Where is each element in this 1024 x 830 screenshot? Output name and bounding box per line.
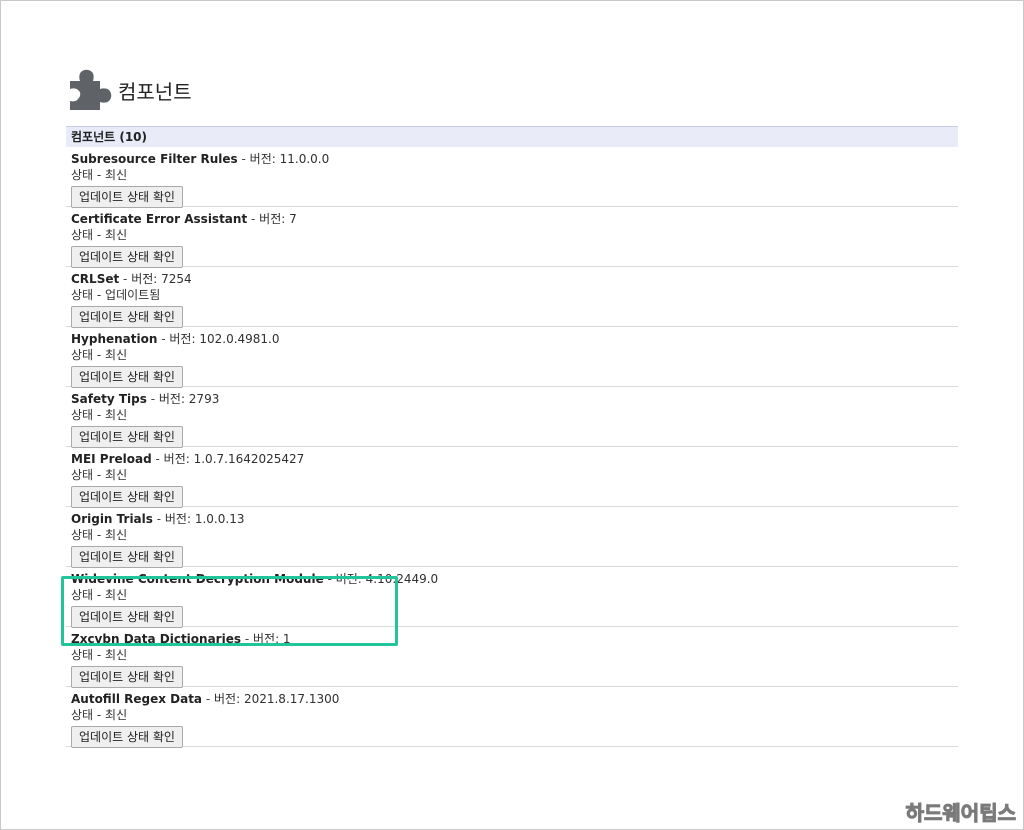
component-title-line: Subresource Filter Rules - 버전: 11.0.0.0 [71, 147, 958, 166]
check-update-button[interactable]: 업데이트 상태 확인 [71, 306, 183, 328]
component-version: 7 [289, 212, 297, 226]
component-status: 상태 - 최신 [71, 648, 128, 662]
component-name: CRLSet [71, 272, 120, 286]
watermark: 하드웨어팁스 [905, 801, 1016, 826]
colon: : [180, 392, 189, 406]
component-name: Certificate Error Assistant [71, 212, 248, 226]
component-row: Subresource Filter Rules - 버전: 11.0.0.0 상… [66, 147, 958, 208]
check-update-button[interactable]: 업데이트 상태 확인 [71, 426, 183, 448]
component-title-line: Hyphenation - 버전: 102.0.4981.0 [71, 327, 958, 346]
colon: : [186, 512, 195, 526]
component-title-line: CRLSet - 버전: 7254 [71, 267, 958, 286]
component-status: 상태 - 업데이트됨 [71, 288, 161, 302]
components-list: 컴포넌트 (10) Subresource Filter Rules - 버전:… [66, 126, 958, 748]
component-status: 상태 - 최신 [71, 708, 128, 722]
check-update-button[interactable]: 업데이트 상태 확인 [71, 546, 183, 568]
component-title-line: Origin Trials - 버전: 1.0.0.13 [71, 507, 958, 526]
component-title-line: MEI Preload - 버전: 1.0.7.1642025427 [71, 447, 958, 466]
component-version: 102.0.4981.0 [199, 332, 280, 346]
check-update-button[interactable]: 업데이트 상태 확인 [71, 666, 183, 688]
page-title: 컴포넌트 [118, 79, 192, 104]
component-name: Subresource Filter Rules [71, 152, 238, 166]
component-status: 상태 - 최신 [71, 408, 128, 422]
check-update-button[interactable]: 업데이트 상태 확인 [71, 486, 183, 508]
version-label: 버전 [259, 212, 282, 226]
component-version: 2793 [188, 392, 220, 406]
component-row: CRLSet - 버전: 7254 상태 - 업데이트됨 업데이트 상태 확인 [66, 267, 958, 328]
component-title-line: Autofill Regex Data - 버전: 2021.8.17.1300 [71, 687, 958, 706]
separator: - [237, 152, 250, 166]
component-name: MEI Preload [71, 452, 152, 466]
check-update-button[interactable]: 업데이트 상태 확인 [71, 246, 183, 268]
component-version: 1.0.0.13 [194, 512, 245, 526]
component-name: Autofill Regex Data [71, 692, 203, 706]
check-update-button[interactable]: 업데이트 상태 확인 [71, 186, 183, 208]
version-label: 버전 [169, 332, 192, 346]
component-version: 7254 [161, 272, 192, 286]
separator: - [247, 212, 260, 226]
page-header: 컴포넌트 [68, 68, 192, 112]
colon: : [153, 272, 162, 286]
components-list-header: 컴포넌트 (10) [66, 126, 958, 147]
highlight-box [61, 576, 398, 646]
version-label: 버전 [131, 272, 154, 286]
component-row: Origin Trials - 버전: 1.0.0.13 상태 - 최신업데이트 … [66, 507, 958, 568]
component-version: 11.0.0.0 [279, 152, 330, 166]
separator: - [202, 692, 214, 706]
component-row: MEI Preload - 버전: 1.0.7.1642025427 상태 - 최… [66, 447, 958, 508]
component-status: 상태 - 최신 [71, 348, 128, 362]
colon: : [271, 152, 280, 166]
component-status: 상태 - 최신 [71, 168, 128, 182]
version-label: 버전 [164, 512, 187, 526]
separator: - [152, 512, 165, 526]
version-label: 버전 [158, 392, 181, 406]
separator: - [146, 392, 159, 406]
component-status: 상태 - 최신 [71, 228, 128, 242]
check-update-button[interactable]: 업데이트 상태 확인 [71, 726, 183, 748]
colon: : [281, 212, 290, 226]
component-row: Certificate Error Assistant - 버전: 7 상태 - … [66, 207, 958, 268]
version-label: 버전 [214, 692, 237, 706]
separator: - [151, 452, 164, 466]
component-name: Safety Tips [71, 392, 147, 406]
version-label: 버전 [163, 452, 186, 466]
component-title-line: Safety Tips - 버전: 2793 [71, 387, 958, 406]
check-update-button[interactable]: 업데이트 상태 확인 [71, 366, 183, 388]
component-title-line: Certificate Error Assistant - 버전: 7 [71, 207, 958, 226]
version-label: 버전 [249, 152, 272, 166]
component-name: Origin Trials [71, 512, 153, 526]
separator: - [119, 272, 132, 286]
component-status: 상태 - 최신 [71, 528, 128, 542]
component-row: Hyphenation - 버전: 102.0.4981.0 상태 - 최신업데이… [66, 327, 958, 388]
component-version: 2021.8.17.1300 [243, 692, 340, 706]
components-rows: Subresource Filter Rules - 버전: 11.0.0.0 상… [66, 147, 958, 748]
colon: : [185, 452, 194, 466]
colon: : [236, 692, 244, 706]
component-row: Autofill Regex Data - 버전: 2021.8.17.1300… [66, 687, 958, 748]
separator: - [157, 332, 170, 346]
puzzle-piece-icon [70, 69, 112, 110]
component-name: Hyphenation [71, 332, 158, 346]
component-row: Safety Tips - 버전: 2793 상태 - 최신업데이트 상태 확인 [66, 387, 958, 448]
component-version: 1.0.7.1642025427 [193, 452, 305, 466]
component-status: 상태 - 최신 [71, 468, 128, 482]
